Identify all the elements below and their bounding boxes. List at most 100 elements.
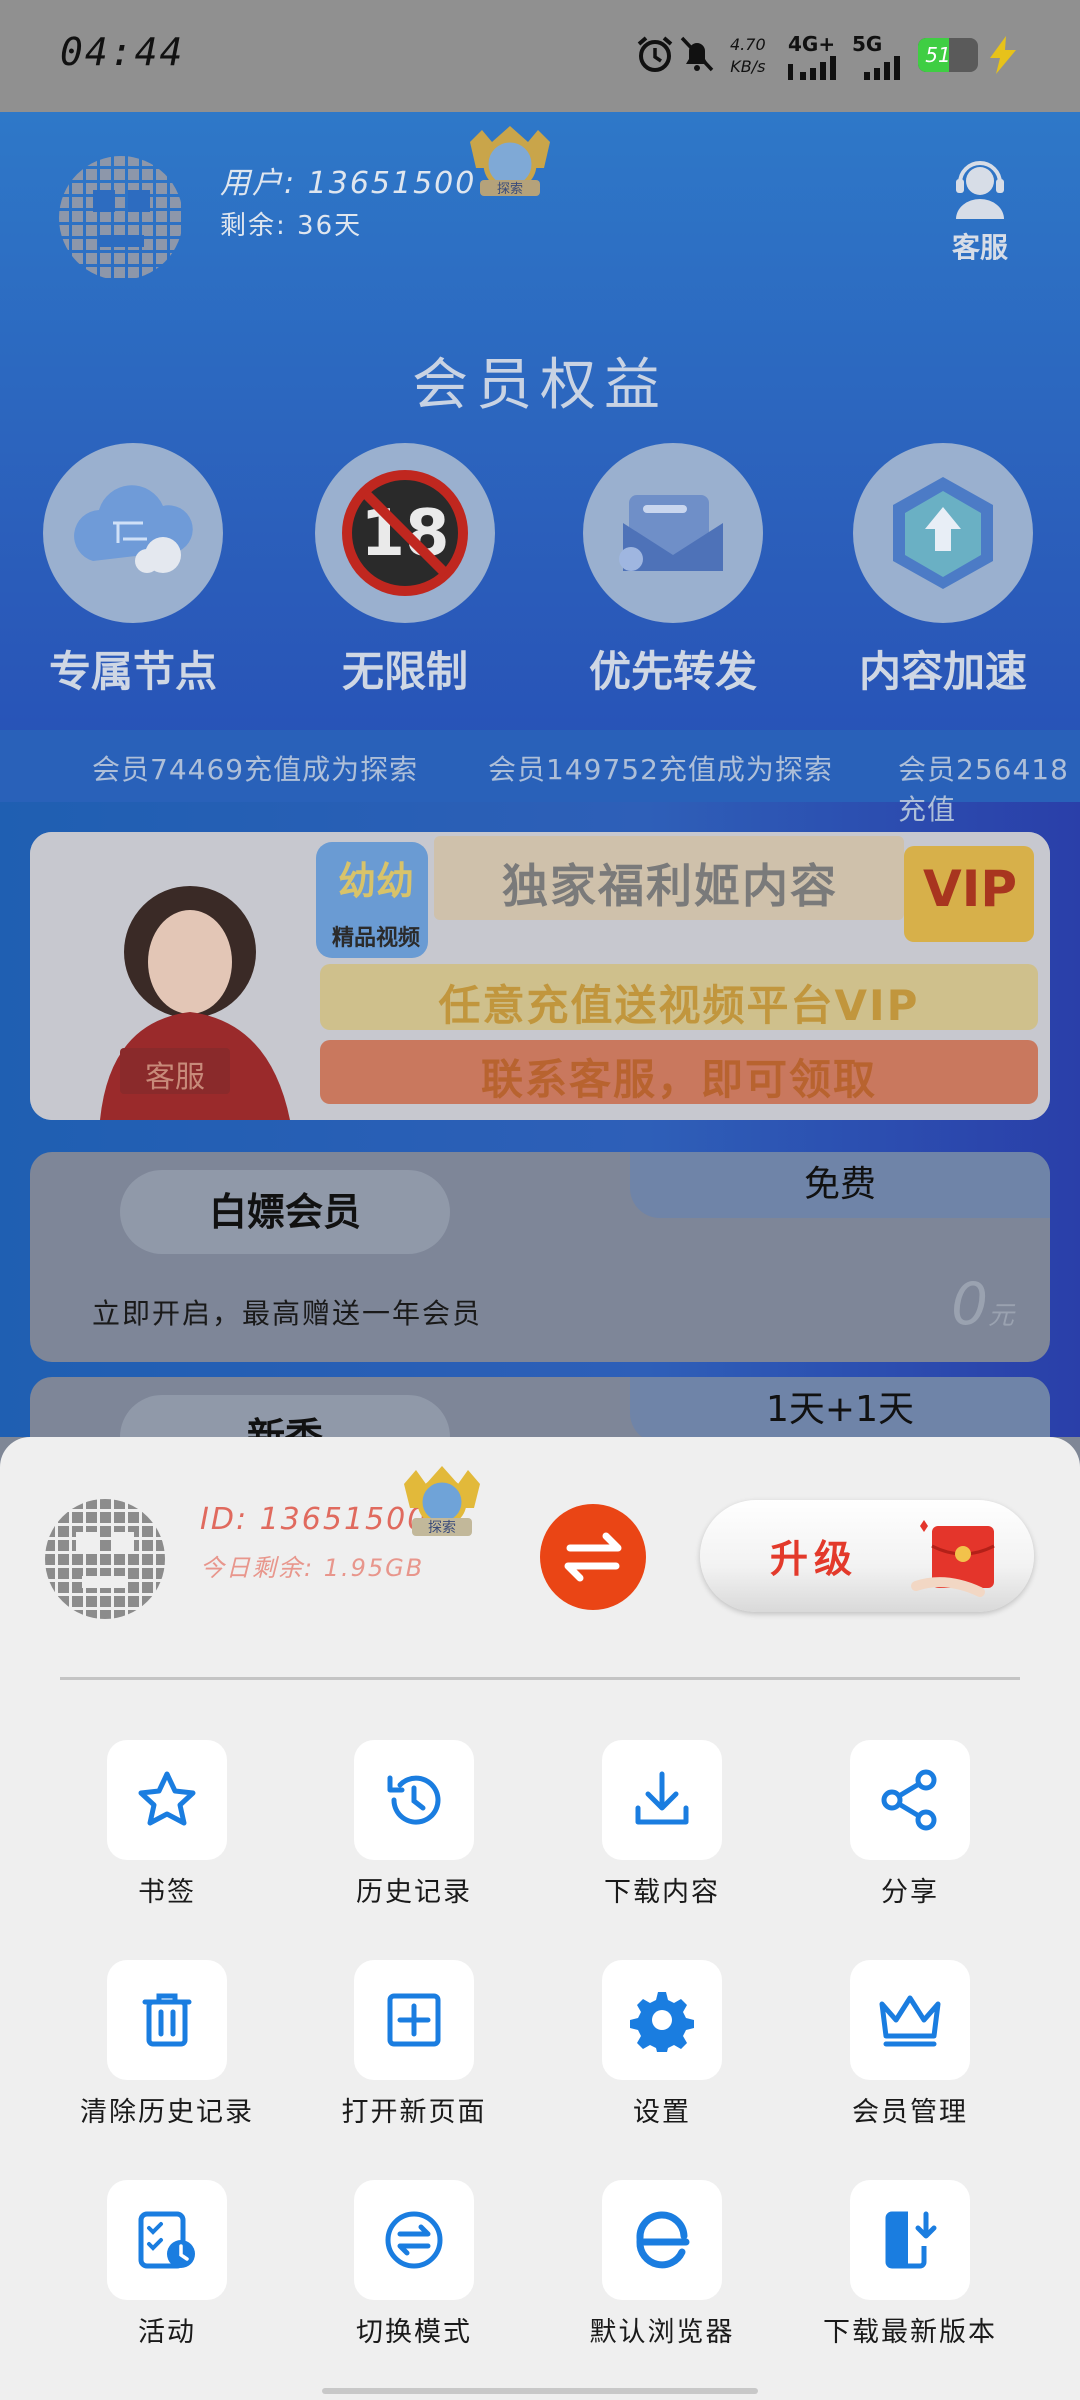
menu-label: 设置 xyxy=(633,2097,691,2128)
headset-icon xyxy=(956,161,1004,219)
menu-downloads[interactable]: 下载内容 xyxy=(542,1740,782,1909)
menu-icon-box xyxy=(354,1740,474,1860)
banner-service-badge: 客服 xyxy=(145,1060,205,1095)
tansuo-badge-icon: 探索 xyxy=(404,1466,480,1536)
phone-download-icon xyxy=(885,2211,937,2269)
net-speed-unit: KB/s xyxy=(730,57,766,76)
menu-history[interactable]: 历史记录 xyxy=(294,1740,534,1909)
menu-icon-box xyxy=(850,1740,970,1860)
banner-line2: 联系客服，即可领取 xyxy=(480,1055,877,1104)
trash-icon xyxy=(142,1993,192,2047)
customer-service-button[interactable]: 客服 xyxy=(940,155,1020,266)
benefit-unlimited[interactable]: 18 无限制 xyxy=(315,443,495,696)
download-icon xyxy=(635,1771,689,1825)
menu-share[interactable]: 分享 xyxy=(790,1740,1030,1909)
signal-4g: 4G+ xyxy=(788,32,844,84)
upgrade-button[interactable]: 升级 xyxy=(700,1500,1034,1612)
speed-up-icon xyxy=(893,477,993,589)
banner-line1: 任意充值送视频平台VIP xyxy=(438,981,920,1030)
sheet-user-avatar[interactable] xyxy=(44,1498,166,1620)
menu-bookmarks[interactable]: 书签 xyxy=(47,1740,287,1909)
charging-bolt-icon xyxy=(990,36,1016,74)
alarm-icon xyxy=(637,36,673,72)
menu-settings[interactable]: 设置 xyxy=(542,1960,782,2129)
menu-label: 切换模式 xyxy=(356,2317,472,2348)
menu-label: 清除历史记录 xyxy=(80,2097,254,2128)
signal-5g: 5G xyxy=(852,32,908,84)
ticker-item: 会员74469充值成为探索 xyxy=(92,753,419,786)
plan-price-unit: 元 xyxy=(987,1301,1014,1331)
menu-label: 默认浏览器 xyxy=(589,2317,735,2348)
status-time: 04:44 xyxy=(60,30,185,74)
sheet-user-id: ID: 13651500 xyxy=(200,1502,429,1537)
benefit-dedicated-node[interactable]: 专属节点 xyxy=(43,443,223,696)
benefit-label: 优先转发 xyxy=(588,647,757,696)
sheet-divider xyxy=(60,1677,1020,1680)
badge-text: 探索 xyxy=(497,182,523,197)
plan-tag: 免费 xyxy=(630,1152,1050,1218)
signal-bars-icon xyxy=(788,56,836,80)
tansuo-badge-icon: 探索 xyxy=(470,126,550,197)
menu-icon-box xyxy=(602,1960,722,2080)
red-envelope-icon xyxy=(911,1520,995,1597)
plan-price-value: 0 xyxy=(951,1270,988,1338)
share-icon xyxy=(881,1769,937,1831)
menu-label: 下载内容 xyxy=(604,1877,720,1908)
benefit-label: 内容加速 xyxy=(858,647,1027,696)
menu-icon-box xyxy=(354,2180,474,2300)
banner-logo-top: 幼幼 xyxy=(337,859,414,903)
benefit-speed-up[interactable]: 内容加速 xyxy=(853,443,1033,696)
battery-indicator: 51 xyxy=(918,38,978,72)
menu-label: 分享 xyxy=(881,1877,939,1908)
signal-5g-label: 5G xyxy=(852,32,883,56)
gear-icon xyxy=(630,1992,694,2052)
recharge-ticker: 会员74469充值成为探索 会员149752充值成为探索 会员256418充值 xyxy=(0,730,1080,826)
no-18-icon: 18 xyxy=(342,470,468,596)
swap-icon xyxy=(385,2211,443,2269)
net-speed-value: 4.70 xyxy=(730,35,766,54)
customer-service-label: 客服 xyxy=(951,231,1008,264)
mute-bell-icon xyxy=(680,36,714,72)
menu-icon-box xyxy=(602,1740,722,1860)
menu-activities[interactable]: 活动 xyxy=(47,2180,287,2349)
plus-square-icon xyxy=(387,1993,441,2047)
menu-icon-box xyxy=(354,1960,474,2080)
menu-download-latest[interactable]: 下载最新版本 xyxy=(790,2180,1030,2349)
menu-label: 历史记录 xyxy=(356,1877,472,1908)
ticker-item: 会员256418充值 xyxy=(898,753,1069,826)
upgrade-label: 升级 xyxy=(770,1537,859,1581)
menu-label: 下载最新版本 xyxy=(823,2317,997,2348)
menu-icon-box xyxy=(850,1960,970,2080)
badge-text: 探索 xyxy=(428,1519,456,1536)
star-icon xyxy=(138,1771,196,1826)
menu-default-browser[interactable]: 默认浏览器 xyxy=(542,2180,782,2349)
user-avatar[interactable] xyxy=(58,155,184,281)
menu-icon-box xyxy=(850,2180,970,2300)
banner-vip: VIP xyxy=(923,860,1017,918)
net-speed: 4.70 KB/s xyxy=(730,34,766,78)
plan-price: 0元 xyxy=(951,1270,1014,1338)
swap-arrows-icon xyxy=(564,1532,622,1582)
plan-card-free[interactable]: 免费 白嫖会员 立即开启，最高赠送一年会员 0元 xyxy=(30,1152,1050,1362)
plan-description: 立即开启，最高赠送一年会员 xyxy=(92,1297,483,1330)
signal-4g-label: 4G+ xyxy=(788,32,836,56)
menu-icon-box xyxy=(107,1740,227,1860)
promo-banner[interactable]: 幼幼 精品视频 独家福利姬内容 VIP 任意充值送视频平台VIP 联系客服，即可… xyxy=(30,832,1050,1120)
menu-icon-box xyxy=(107,1960,227,2080)
menu-label: 活动 xyxy=(138,2317,196,2348)
banner-headline: 独家福利姬内容 xyxy=(502,859,838,913)
switch-account-button[interactable] xyxy=(540,1504,646,1610)
menu-new-page[interactable]: 打开新页面 xyxy=(294,1960,534,2129)
home-indicator[interactable] xyxy=(322,2388,758,2394)
cloud-icon xyxy=(74,485,193,573)
sheet-remaining-data: 今日剩余: 1.95GB xyxy=(200,1554,425,1582)
benefit-label: 无限制 xyxy=(341,647,468,696)
menu-label: 会员管理 xyxy=(852,2097,968,2128)
menu-switch-mode[interactable]: 切换模式 xyxy=(294,2180,534,2349)
mail-forward-icon xyxy=(619,495,723,571)
benefit-priority-forward[interactable]: 优先转发 xyxy=(583,443,763,696)
banner-logo-bottom: 精品视频 xyxy=(331,926,420,951)
battery-level: 51 xyxy=(925,43,951,67)
menu-clear-history[interactable]: 清除历史记录 xyxy=(47,1960,287,2129)
menu-membership[interactable]: 会员管理 xyxy=(790,1960,1030,2129)
